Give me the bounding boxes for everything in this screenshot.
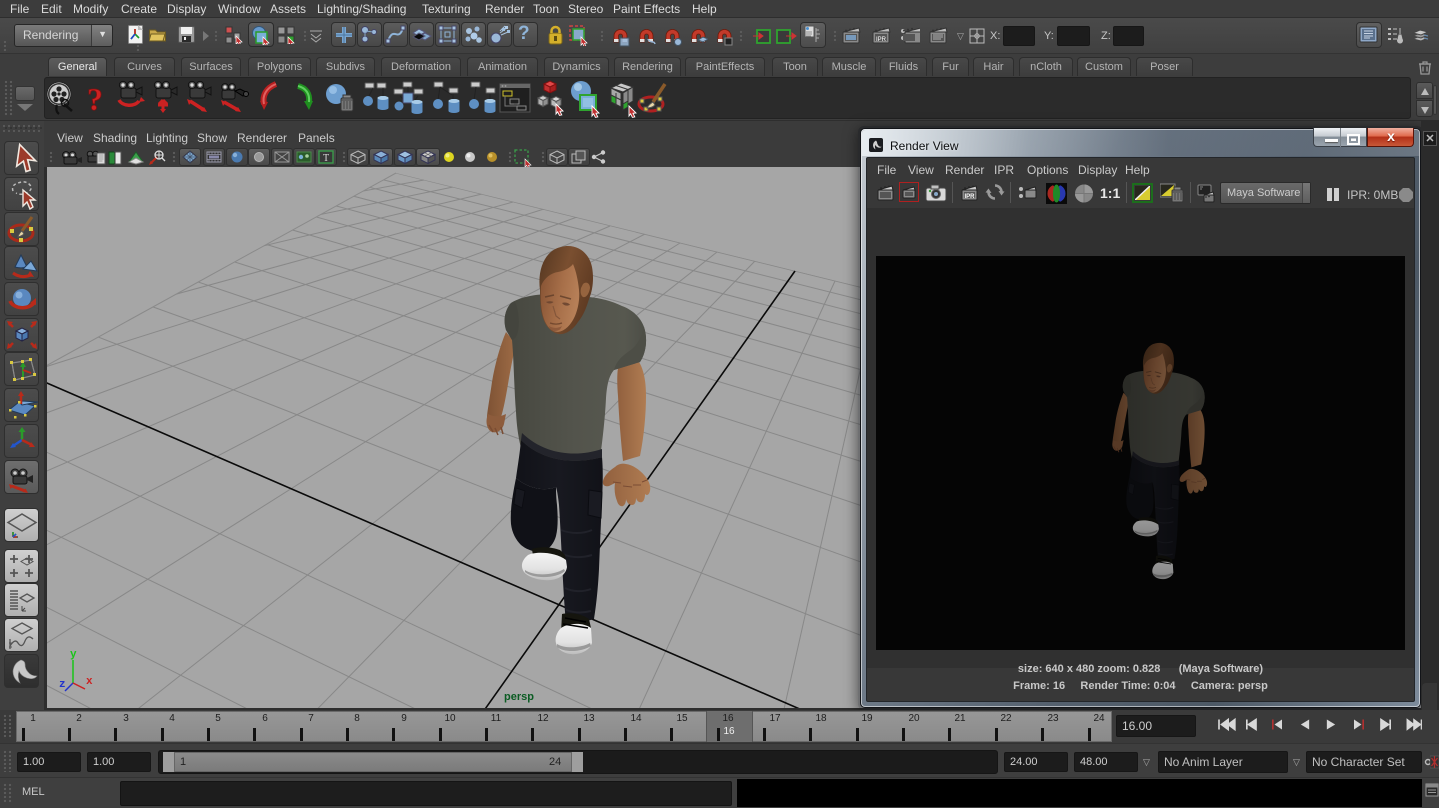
svg-text:persp: persp [504,691,534,703]
svg-text:?: ? [87,81,103,117]
svg-text:IPR: IPR [876,37,887,43]
svg-text:IPR: IPR [964,194,975,200]
svg-text:z: z [59,679,66,691]
svg-text:T: T [323,153,329,164]
svg-text:y: y [70,649,77,661]
svg-text:x: x [86,676,93,688]
